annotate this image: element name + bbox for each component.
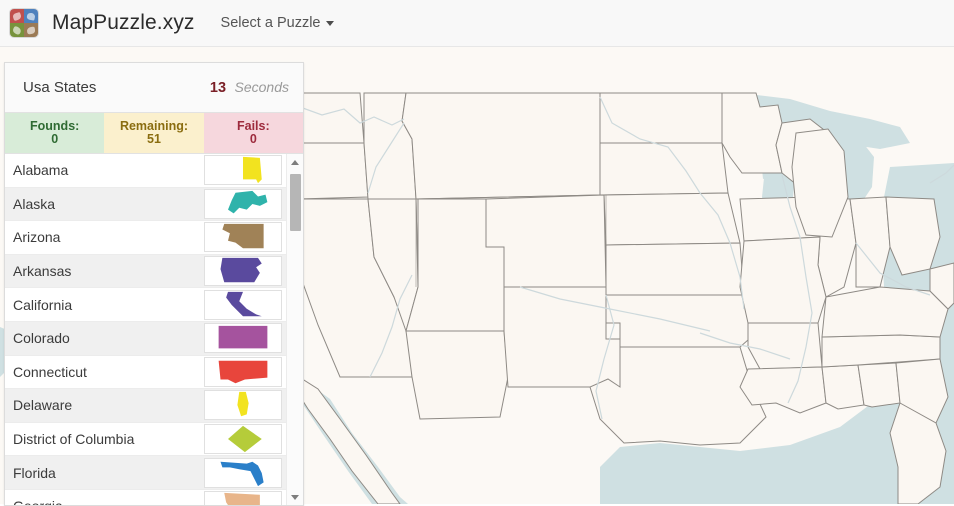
state-shape-thumbnail[interactable]	[204, 155, 282, 186]
logo-quadrant-bottom-right	[24, 23, 38, 37]
state-name-label: Florida	[13, 464, 56, 481]
state-montana	[401, 92, 601, 200]
state-list-item[interactable]: Georgia	[5, 489, 288, 505]
state-mississippi	[821, 364, 865, 410]
state-alabama	[857, 362, 901, 408]
state-list-item[interactable]: Arizona	[5, 221, 288, 255]
chevron-down-icon	[326, 20, 335, 26]
scroll-up-triangle	[291, 159, 299, 165]
puzzle-panel: Usa States 13 Seconds Founds: 0 Remainin…	[4, 62, 304, 506]
state-shape-thumbnail[interactable]	[204, 457, 282, 488]
state-new-mexico	[503, 286, 621, 388]
state-shape-thumbnail[interactable]	[204, 222, 282, 253]
stat-founds-value: 0	[51, 132, 59, 146]
state-list: Alabama Alaska Arizona Arkansas California Co…	[5, 154, 288, 505]
state-shape-thumbnail[interactable]	[204, 188, 282, 219]
state-arizona	[405, 330, 509, 420]
state-shape-thumbnail[interactable]	[204, 256, 282, 287]
state-shape-thumbnail[interactable]	[204, 491, 282, 505]
top-navbar: MapPuzzle.xyz Select a Puzzle	[0, 0, 954, 47]
state-kansas	[605, 242, 745, 296]
stat-remaining: Remaining: 51	[104, 113, 204, 153]
state-name-label: California	[13, 296, 73, 313]
state-colorado	[485, 194, 607, 288]
state-name-label: Arkansas	[13, 263, 72, 280]
state-shape-thumbnail[interactable]	[204, 356, 282, 387]
state-name-label: District of Columbia	[13, 431, 135, 448]
state-list-item[interactable]: Alaska	[5, 187, 288, 222]
state-arkansas	[747, 322, 823, 370]
state-shape-thumbnail[interactable]	[204, 390, 282, 421]
scroll-down-triangle	[291, 494, 299, 500]
state-name-label: Arizona	[13, 229, 61, 246]
state-south-dakota	[599, 142, 729, 196]
logo-quadrant-top-left	[10, 9, 24, 23]
timer-value: 13	[209, 79, 227, 96]
select-a-puzzle-label: Select a Puzzle	[220, 15, 321, 31]
stat-remaining-value: 51	[147, 132, 161, 146]
state-list-item[interactable]: California	[5, 288, 288, 322]
state-oklahoma	[605, 294, 757, 348]
scroll-up-arrow-icon[interactable]	[287, 154, 303, 170]
stat-founds: Founds: 0	[5, 113, 105, 153]
stat-fails: Fails: 0	[203, 113, 303, 153]
state-list-item[interactable]: Arkansas	[5, 254, 288, 289]
puzzle-logo-icon[interactable]	[9, 8, 39, 38]
state-list-item[interactable]: District of Columbia	[5, 422, 288, 457]
logo-quadrant-bottom-left	[10, 23, 24, 37]
state-list-item[interactable]: Alabama	[5, 154, 288, 188]
select-a-puzzle-menu[interactable]: Select a Puzzle	[221, 15, 335, 31]
state-list-viewport[interactable]: Alabama Alaska Arizona Arkansas California Co…	[5, 154, 303, 505]
puzzle-panel-header: Usa States 13 Seconds	[5, 63, 303, 113]
stats-row: Founds: 0 Remaining: 51 Fails: 0	[5, 113, 303, 154]
state-list-scrollbar[interactable]	[286, 154, 303, 505]
state-name-label: Connecticut	[13, 363, 87, 380]
state-shape-thumbnail[interactable]	[204, 424, 282, 455]
state-name-label: Delaware	[13, 397, 73, 414]
state-shape-thumbnail[interactable]	[204, 289, 282, 320]
state-name-label: Alaska	[13, 195, 56, 212]
state-list-item[interactable]: Delaware	[5, 389, 288, 423]
scroll-down-arrow-icon[interactable]	[287, 489, 303, 505]
state-oregon	[295, 142, 369, 200]
state-shape-thumbnail[interactable]	[204, 323, 282, 354]
state-list-item[interactable]: Colorado	[5, 321, 288, 356]
logo-quadrant-top-right	[24, 9, 38, 23]
state-list-item[interactable]: Connecticut	[5, 355, 288, 390]
scrollbar-thumb[interactable]	[290, 174, 301, 231]
timer: 13 Seconds	[210, 79, 289, 97]
state-missouri	[739, 236, 827, 324]
brand-title[interactable]: MapPuzzle.xyz	[52, 11, 195, 35]
stat-founds-label: Founds:	[30, 118, 80, 133]
state-north-dakota	[599, 92, 723, 144]
stat-fails-value: 0	[249, 132, 257, 146]
timer-unit-label: Seconds	[234, 78, 289, 95]
puzzle-title: Usa States	[23, 79, 97, 96]
state-name-label: Colorado	[13, 330, 70, 347]
stat-fails-label: Fails:	[236, 118, 270, 133]
state-name-label: Alabama	[13, 162, 69, 179]
stat-remaining-label: Remaining:	[119, 118, 189, 133]
state-list-item[interactable]: Florida	[5, 456, 288, 490]
